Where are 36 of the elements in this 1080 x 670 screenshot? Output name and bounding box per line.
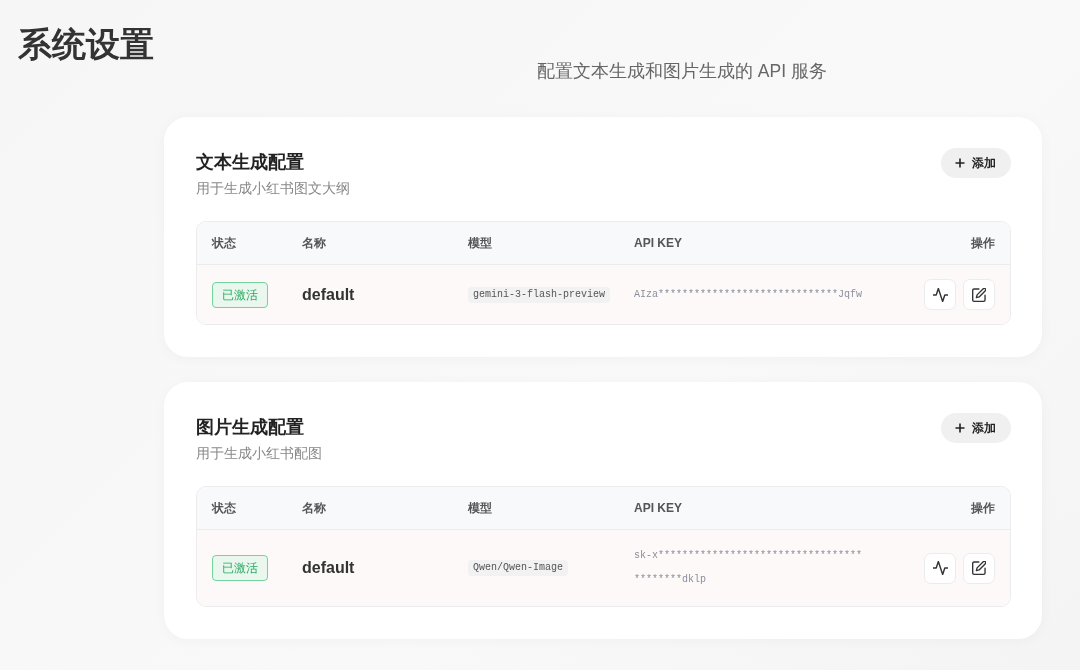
model-tag: gemini-3-flash-preview — [468, 286, 611, 303]
column-header: 状态 — [212, 234, 236, 252]
column-header: 操作 — [971, 234, 995, 252]
model-tag: Qwen/Qwen-Image — [468, 560, 568, 576]
activity-button[interactable] — [924, 552, 956, 584]
edit-button[interactable] — [963, 552, 995, 584]
pulse-icon — [932, 287, 948, 302]
api-key-text: AIza******************************Jqfw — [634, 287, 864, 302]
plus-icon — [955, 158, 965, 168]
page-title: 系统设置 — [18, 24, 154, 65]
section-title: 图片生成配置 — [196, 416, 304, 439]
status-badge: 已激活 — [212, 281, 268, 308]
api-key-text: sk-x******************************************dklp — [634, 549, 864, 587]
section-description: 用于生成小红书图文大纲 — [196, 180, 350, 198]
pencil-square-icon — [972, 287, 986, 302]
config-name: default — [302, 559, 355, 577]
page-subtitle: 配置文本生成和图片生成的 API 服务 — [537, 60, 827, 82]
column-header: 操作 — [971, 499, 995, 517]
section-description: 用于生成小红书配图 — [196, 445, 322, 463]
column-header: 模型 — [468, 499, 492, 517]
activity-button[interactable] — [924, 279, 956, 310]
column-header: API KEY — [634, 501, 682, 515]
section-title: 文本生成配置 — [196, 151, 304, 174]
column-header: API KEY — [634, 236, 682, 250]
column-header: 状态 — [212, 499, 236, 517]
column-header: 模型 — [468, 234, 492, 252]
column-header: 名称 — [302, 499, 326, 517]
add-button[interactable]: 添加 — [941, 413, 1011, 443]
status-badge: 已激活 — [212, 555, 268, 581]
config-name: default — [302, 285, 355, 304]
column-header: 名称 — [302, 234, 326, 252]
pencil-square-icon — [972, 561, 986, 575]
edit-button[interactable] — [963, 279, 995, 310]
add-button[interactable]: 添加 — [941, 148, 1011, 178]
plus-icon — [955, 423, 965, 433]
pulse-icon — [932, 561, 948, 575]
